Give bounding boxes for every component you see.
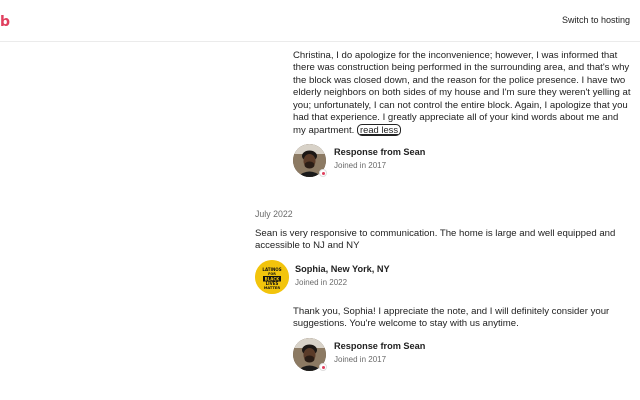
host-response-1-body: Christina, I do apologize for the inconv… — [293, 50, 631, 137]
top-bar: b Switch to hosting — [0, 0, 640, 42]
airbnb-logo[interactable]: b — [0, 14, 10, 30]
review-date: July 2022 — [255, 209, 293, 219]
reviewer-info: LATINOS FOR BLACK LIVES MATTER Sophia, N… — [255, 260, 555, 296]
host-response-2-author: Response from Sean Joined in 2017 — [293, 338, 593, 372]
host-response-1-author: Response from Sean Joined in 2017 — [293, 144, 593, 178]
superhost-badge-icon — [319, 169, 327, 177]
reviewer-name[interactable]: Sophia, New York, NY — [295, 264, 390, 274]
reviewer-avatar[interactable]: LATINOS FOR BLACK LIVES MATTER — [255, 260, 289, 294]
host-response-1-joined: Joined in 2017 — [334, 161, 387, 170]
superhost-badge-icon — [319, 363, 327, 371]
reviewer-joined: Joined in 2022 — [295, 278, 348, 287]
host-response-1-text: Christina, I do apologize for the inconv… — [293, 50, 631, 138]
switch-to-hosting-link[interactable]: Switch to hosting — [562, 15, 630, 25]
host-response-2-joined: Joined in 2017 — [334, 355, 387, 364]
host-response-2-text: Thank you, Sophia! I appreciate the note… — [293, 306, 610, 330]
reviewer-avatar-image: LATINOS FOR BLACK LIVES MATTER — [255, 260, 289, 294]
read-less-button[interactable]: read less — [357, 124, 402, 137]
host-response-2-title: Response from Sean — [334, 341, 426, 351]
review-text: Sean is very responsive to communication… — [255, 228, 616, 252]
host-response-1-title: Response from Sean — [334, 147, 426, 157]
avatar-line: MATTER — [264, 286, 281, 290]
